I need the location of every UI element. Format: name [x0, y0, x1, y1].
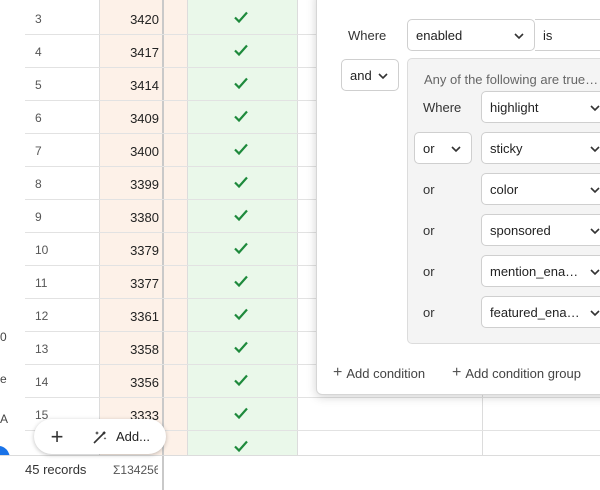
column-sum: Σ134256	[113, 463, 158, 477]
checkmark-icon[interactable]	[233, 372, 249, 388]
plus-icon: +	[333, 364, 343, 381]
filter-field-value: enabled	[416, 27, 463, 43]
condition-field-select[interactable]: sponsored	[481, 214, 600, 246]
condition-field-select[interactable]: featured_ena…	[481, 296, 600, 328]
chevron-down-icon	[451, 146, 461, 153]
chevron-down-icon	[590, 228, 600, 235]
row-value: 3358	[130, 342, 159, 357]
row-number: 12	[35, 309, 49, 323]
row-number: 5	[35, 78, 42, 92]
row-value: 3399	[130, 177, 159, 192]
add-condition-group-label: Add condition group	[465, 365, 581, 381]
connector-label: or	[423, 223, 435, 238]
conjunction-select[interactable]: and	[341, 59, 399, 91]
plus-icon: +	[452, 364, 462, 381]
conjunction-value: and	[350, 67, 372, 83]
left-edge-glyph: A	[0, 412, 9, 426]
condition-field-value: sticky	[490, 140, 523, 156]
chevron-down-icon	[590, 187, 600, 194]
checkmark-icon[interactable]	[233, 438, 249, 454]
add-record-button[interactable]: +	[34, 419, 80, 454]
row-value: 3414	[130, 78, 159, 93]
condition-field-select[interactable]: mention_ena…	[481, 255, 600, 287]
filter-operator-value: is	[543, 27, 553, 43]
add-record-bar: + Add...	[34, 419, 166, 454]
plus-icon: +	[50, 423, 64, 449]
left-sidebar-edge: 0 e A	[0, 0, 25, 490]
row-number: 6	[35, 111, 42, 125]
checkmark-icon[interactable]	[233, 174, 249, 190]
ai-add-label: Add...	[116, 429, 150, 444]
ai-add-button[interactable]: Add...	[80, 429, 150, 445]
filter-operator-select[interactable]: is	[535, 19, 600, 51]
condition-group: Any of the following are true… Where high…	[407, 58, 600, 344]
chevron-down-icon	[590, 269, 600, 276]
chevron-down-icon	[590, 146, 600, 153]
checkmark-icon[interactable]	[233, 141, 249, 157]
checkmark-icon[interactable]	[233, 339, 249, 355]
condition-field-select[interactable]: color	[481, 173, 600, 205]
checkmark-icon[interactable]	[233, 207, 249, 223]
connector-label: or	[423, 264, 435, 279]
condition-field-select[interactable]: sticky	[481, 132, 600, 164]
condition-field-value: sponsored	[490, 222, 551, 238]
row-value: 3409	[130, 111, 159, 126]
add-condition-label: Add condition	[346, 365, 426, 381]
row-number: 11	[35, 276, 48, 290]
condition-field-value: featured_ena…	[490, 304, 580, 320]
connector-label: or	[423, 182, 435, 197]
row-value: 3420	[130, 12, 159, 27]
checkmark-icon[interactable]	[233, 108, 249, 124]
checkmark-icon[interactable]	[233, 306, 249, 322]
row-number: 4	[35, 45, 42, 59]
row-value: 3379	[130, 243, 159, 258]
chevron-down-icon	[378, 73, 388, 80]
chevron-down-icon	[514, 33, 524, 40]
checkmark-icon[interactable]	[233, 273, 249, 289]
row-number: 9	[35, 210, 42, 224]
row-value: 3361	[130, 309, 159, 324]
row-number: 8	[35, 177, 42, 191]
grid-footer: 45 records Σ134256	[0, 455, 600, 490]
checkmark-icon[interactable]	[233, 405, 249, 421]
checkmark-icon[interactable]	[233, 42, 249, 58]
footer-divider	[162, 456, 164, 490]
condition-field-value: mention_ena…	[490, 263, 579, 279]
left-edge-glyph: e	[0, 372, 7, 386]
condition-group-title: Any of the following are true…	[424, 72, 599, 87]
record-count: 45 records	[25, 462, 87, 477]
checkmark-icon[interactable]	[233, 75, 249, 91]
chevron-down-icon	[590, 310, 600, 317]
left-edge-glyph: 0	[0, 330, 7, 344]
condition-field-select[interactable]: highlight	[481, 91, 600, 123]
condition-field-value: highlight	[490, 99, 539, 115]
checkmark-icon[interactable]	[233, 9, 249, 25]
magic-wand-icon	[93, 430, 107, 444]
row-value: 3380	[130, 210, 159, 225]
add-condition-group-button[interactable]: + Add condition group	[452, 364, 581, 382]
row-number: 14	[35, 375, 49, 389]
filter-field-select[interactable]: enabled	[407, 19, 535, 51]
row-value: 3356	[130, 375, 159, 390]
row-number: 13	[35, 342, 49, 356]
connector-label: Where	[423, 100, 462, 115]
add-condition-button[interactable]: + Add condition	[333, 364, 425, 382]
row-number: 3	[35, 12, 42, 26]
row-value: 3377	[130, 276, 159, 291]
connector-label: or	[423, 305, 435, 320]
row-number: 10	[35, 243, 49, 257]
where-label: Where	[348, 28, 387, 43]
connector-select[interactable]: or	[414, 132, 472, 164]
filter-panel: Where enabled is and Any of the followin…	[316, 0, 600, 395]
row-value: 3417	[130, 45, 159, 60]
connector-value: or	[423, 140, 435, 156]
row-number: 7	[35, 144, 42, 158]
condition-field-value: color	[490, 181, 519, 197]
row-value: 3400	[130, 144, 159, 159]
chevron-down-icon	[590, 105, 600, 112]
checkmark-icon[interactable]	[233, 240, 249, 256]
